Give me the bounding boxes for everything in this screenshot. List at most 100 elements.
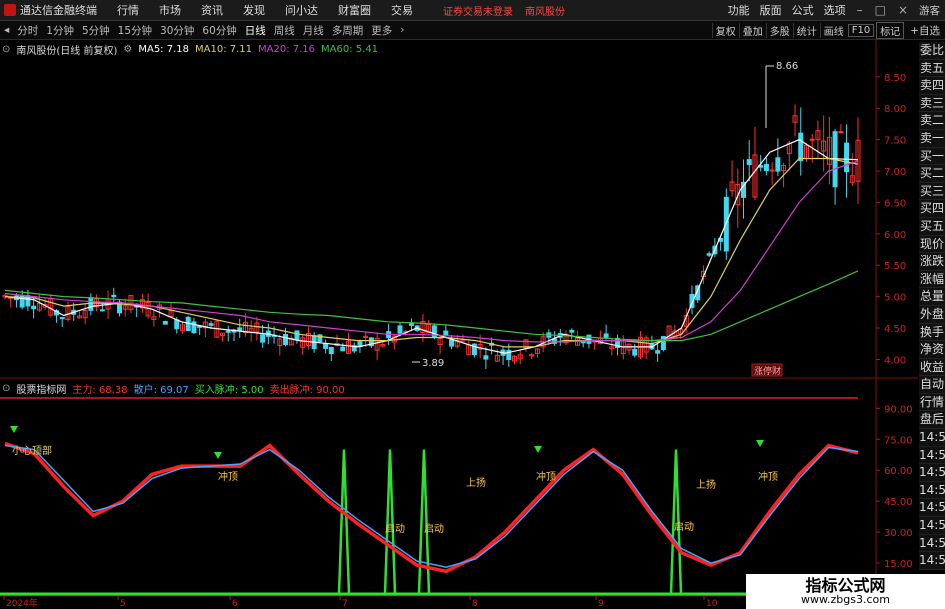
tab-60min[interactable]: 60分钟 xyxy=(198,23,240,38)
sidebar-item-13[interactable]: 涨幅 xyxy=(919,270,945,289)
menu-gongshi[interactable]: 公式 xyxy=(787,2,819,18)
sidebar-item-10[interactable]: 买五 xyxy=(919,217,945,236)
biaoji-button[interactable]: 标记 xyxy=(876,21,905,39)
sidebar-item-5[interactable]: 卖一 xyxy=(919,129,945,148)
sidebar-item-20[interactable]: 行情 xyxy=(919,393,945,412)
price-axis-label-9: 4.00 xyxy=(884,355,906,366)
tab-30min[interactable]: 30分钟 xyxy=(156,23,198,38)
candle-body-82 xyxy=(471,343,477,356)
kline-chart[interactable]: 8.50 8.00 7.50 7.00 6.50 6.00 5.50 5.00 4.50 4.00… xyxy=(0,0,945,609)
candle-body-1 xyxy=(8,296,14,299)
indicator-name[interactable]: 股票指标网 xyxy=(16,381,66,396)
zhuli-line xyxy=(4,441,859,574)
tab-monthly[interactable]: 月线 xyxy=(299,23,328,38)
menu-jiaoyi[interactable]: 交易 xyxy=(381,2,423,18)
candlesticks xyxy=(2,104,861,370)
diejia-button[interactable]: 叠加 xyxy=(738,22,766,38)
candle-body-53 xyxy=(305,332,311,347)
sidebar-item-18[interactable]: 收益 xyxy=(919,358,945,377)
gear-icon[interactable]: ⚙ xyxy=(123,44,132,55)
sidebar-item-2[interactable]: 卖四 xyxy=(919,77,945,95)
candle-body-18 xyxy=(105,298,111,310)
candle-body-133 xyxy=(763,163,769,172)
tab-15min[interactable]: 15分钟 xyxy=(114,23,156,38)
minimize-icon[interactable]: – xyxy=(851,3,869,17)
tab-multi-period[interactable]: 多周期 xyxy=(328,23,368,38)
sidebar-item-28[interactable]: 14:56 xyxy=(919,534,945,553)
menu-caifuquan[interactable]: 财富圈 xyxy=(328,2,381,18)
menu-shichang[interactable]: 市场 xyxy=(149,2,191,18)
sidebar-item-19[interactable]: 自动 xyxy=(919,376,945,394)
menu-banmian[interactable]: 版面 xyxy=(755,2,787,18)
sidebar-item-25[interactable]: 14:56 xyxy=(919,481,945,500)
sidebar-item-3[interactable]: 卖三 xyxy=(919,94,945,113)
candle-body-128 xyxy=(735,183,741,206)
menu-gongneng[interactable]: 功能 xyxy=(723,2,755,18)
menu-hangqing[interactable]: 行情 xyxy=(107,2,149,18)
sidebar-item-17[interactable]: 净资 xyxy=(919,341,945,359)
candle-body-135 xyxy=(775,157,781,172)
tab-fenshi[interactable]: 分时 xyxy=(13,23,42,38)
candle-body-20 xyxy=(116,301,122,314)
sidebar-item-0[interactable]: 委比 xyxy=(919,42,945,60)
tab-weekly[interactable]: 周线 xyxy=(270,23,299,38)
menu-zixun[interactable]: 资讯 xyxy=(191,2,233,18)
guest-button[interactable]: 游客 xyxy=(914,3,945,18)
candle-body-118 xyxy=(678,328,684,335)
menu-bar: 通达信金融终端 行情 市场 资讯 发现 问小达 财富圈 交易 证券交易未登录 南… xyxy=(0,0,945,21)
sidebar-item-15[interactable]: 外盘 xyxy=(919,305,945,324)
candle-body-122 xyxy=(700,270,706,277)
tab-daily[interactable]: 日线 xyxy=(241,23,270,38)
fuquan-button[interactable]: 复权 xyxy=(711,22,739,38)
sidebar-item-27[interactable]: 14:56 xyxy=(919,517,945,535)
maximize-icon[interactable]: □ xyxy=(869,3,892,17)
ind-axis-label-5: 15.00 xyxy=(884,559,913,570)
sidebar-item-24[interactable]: 14:56 xyxy=(919,464,945,482)
f10-button[interactable]: F10 xyxy=(847,23,875,37)
tab-more[interactable]: 更多 xyxy=(367,23,396,38)
indicator-settings-icon[interactable]: ⊙ xyxy=(2,383,10,394)
candle-body-56 xyxy=(323,343,329,349)
huaxian-button[interactable]: 画线 xyxy=(819,22,847,38)
duogu-button[interactable]: 多股 xyxy=(765,22,793,38)
sidebar-item-14[interactable]: 总量 xyxy=(919,288,945,306)
sidebar-item-1[interactable]: 卖五 xyxy=(919,59,945,78)
sidebar-item-22[interactable]: 14:56 xyxy=(919,429,945,447)
tab-1min[interactable]: 1分钟 xyxy=(42,23,78,38)
price-axis-label-4: 6.50 xyxy=(884,198,906,209)
candle-body-140 xyxy=(803,144,809,160)
stock-period-label: 南风股份(日线 前复权) xyxy=(16,45,118,57)
trade-login-alert[interactable]: 证券交易未登录 xyxy=(443,3,513,18)
chart-settings-icon[interactable]: ⊙ xyxy=(2,44,10,55)
high-price-label: 8.66 xyxy=(776,61,798,72)
back-icon[interactable]: ◂ xyxy=(0,24,13,36)
sidebar-item-11[interactable]: 现价 xyxy=(919,235,945,254)
sidebar-item-4[interactable]: 卖二 xyxy=(919,112,945,130)
sidebar-item-16[interactable]: 换手 xyxy=(919,323,945,342)
sidebar-item-23[interactable]: 14:56 xyxy=(919,446,945,465)
sidebar-item-12[interactable]: 涨跌 xyxy=(919,253,945,271)
menu-xuanxiang[interactable]: 选项 xyxy=(819,2,851,18)
close-icon[interactable]: × xyxy=(892,3,914,17)
candle-body-16 xyxy=(94,298,100,308)
candle-body-12 xyxy=(71,309,77,315)
chevron-right-icon[interactable]: › xyxy=(396,24,408,36)
ind-axis-label-0: 90.00 xyxy=(884,404,913,415)
sidebar-item-26[interactable]: 14:56 xyxy=(919,499,945,518)
sidebar-item-29[interactable]: 14:56 xyxy=(919,552,945,570)
indicator-lines xyxy=(4,441,859,574)
candle-body-110 xyxy=(632,348,638,356)
menu-wenxiaoda[interactable]: 问小达 xyxy=(275,2,328,18)
signal-arrow-icon-2 xyxy=(534,446,542,453)
tongji-button[interactable]: 统计 xyxy=(792,22,820,38)
tab-5min[interactable]: 5分钟 xyxy=(78,23,114,38)
sidebar-item-21[interactable]: 盘后 xyxy=(919,411,945,430)
add-watchlist-button[interactable]: +自选 xyxy=(905,23,945,38)
sidebar-item-8[interactable]: 买三 xyxy=(919,182,945,201)
sidebar-item-6[interactable]: 买一 xyxy=(919,147,945,166)
menu-faxian[interactable]: 发现 xyxy=(233,2,275,18)
candle-body-113 xyxy=(649,343,655,350)
sidebar-item-9[interactable]: 买四 xyxy=(919,200,945,218)
sidebar-item-7[interactable]: 买二 xyxy=(919,165,945,183)
zhangtingcai-badge[interactable]: 涨停财 xyxy=(754,365,781,377)
